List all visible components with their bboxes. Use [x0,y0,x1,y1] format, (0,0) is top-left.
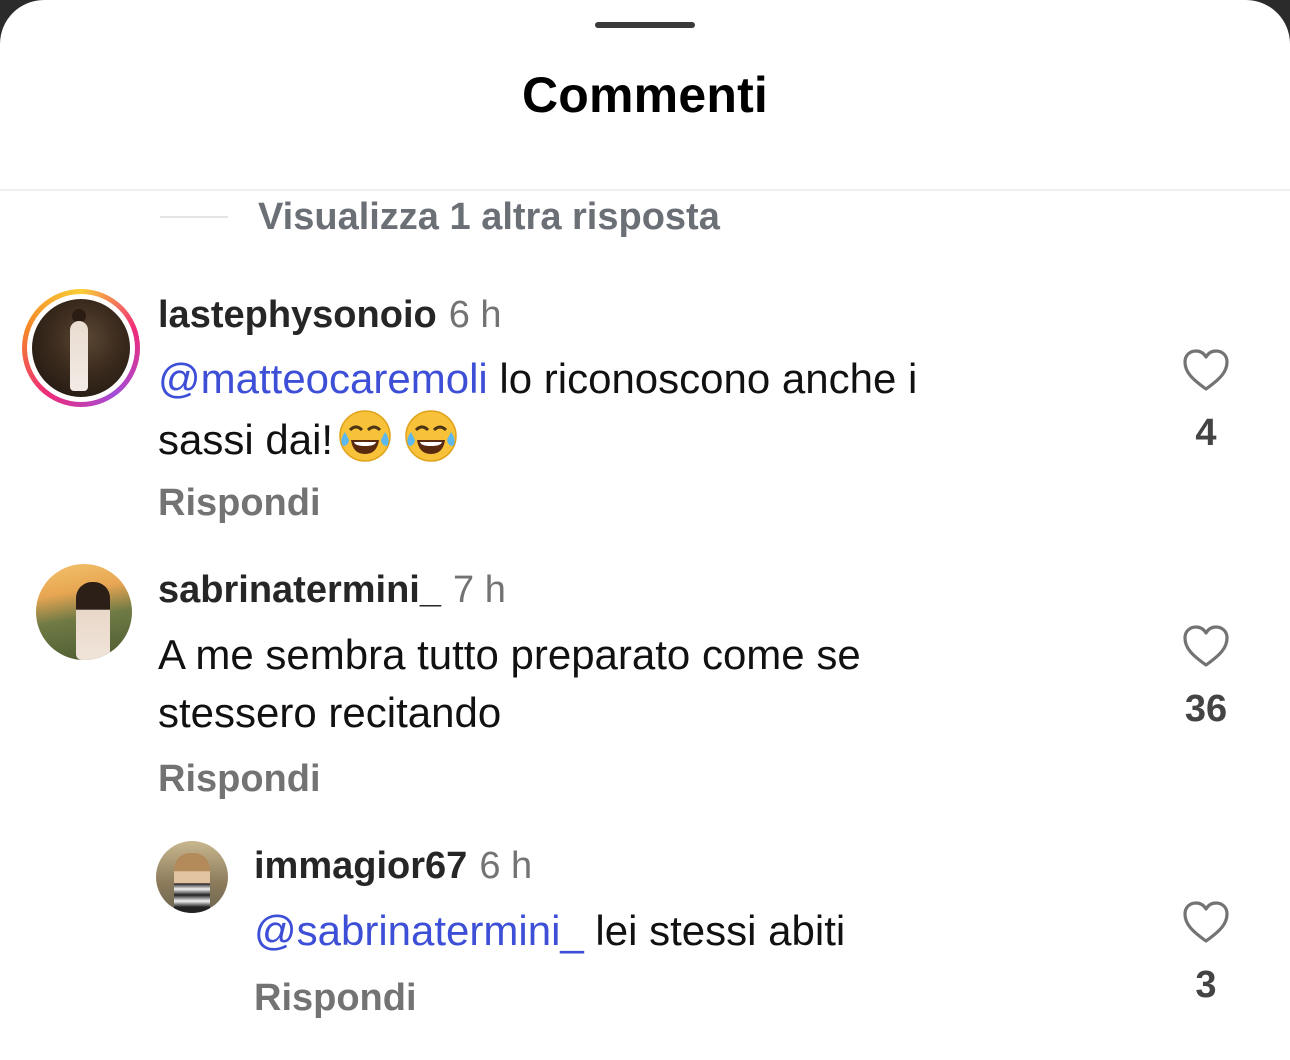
comment-body: @matteocaremoli lo riconoscono anche i s… [158,350,917,469]
face-with-tears-of-joy-icon [339,410,391,462]
like-count: 3 [1195,964,1217,1006]
comment-timestamp: 6 h [448,294,502,336]
username-label[interactable]: sabrinatermini_ [158,569,441,611]
reply-button[interactable]: Rispondi [158,482,321,525]
comment-timestamp: 6 h [479,845,533,887]
view-more-replies-button[interactable]: Visualizza 1 altra risposta [160,192,720,242]
heart-outline-icon[interactable] [1182,348,1230,392]
comment-timestamp: 7 h [453,569,506,611]
comment-text-line: A me sembra tutto preparato come se [158,631,861,678]
reply-button[interactable]: Rispondi [158,758,321,801]
avatar[interactable] [156,841,228,913]
comment-username[interactable]: lastephysonoio 6 h [158,294,502,337]
comment-text-line: stessero recitando [158,689,502,736]
header-divider [0,189,1290,191]
sheet-grabber[interactable] [595,22,695,28]
reply-button[interactable]: Rispondi [254,977,417,1020]
like-control[interactable]: 3 [1166,900,1246,1007]
like-count: 36 [1184,688,1228,730]
comment-text-line: lei stessi abiti [583,907,846,954]
mention-link[interactable]: @matteocaremoli [158,355,488,402]
avatar [32,299,130,397]
mention-link[interactable]: @sabrinatermini_ [254,907,584,954]
comment-body: @sabrinatermini_ lei stessi abiti [254,902,845,960]
comment-text-line: lo riconoscono anche i [487,355,918,402]
avatar-with-story-ring[interactable] [22,289,140,407]
comment-username[interactable]: sabrinatermini_ 7 h [158,569,506,612]
replies-indent-line [160,216,228,218]
sheet-title: Commenti [521,67,769,123]
comment-text-line: sassi dai! [158,416,334,463]
like-count: 4 [1195,412,1217,454]
view-more-replies-label: Visualizza 1 altra risposta [258,195,720,238]
heart-outline-icon[interactable] [1182,900,1230,944]
comment-username[interactable]: immagior67 6 h [254,845,532,888]
like-control[interactable]: 36 [1166,624,1246,731]
comment-body: A me sembra tutto preparato come se stes… [158,626,861,742]
username-label[interactable]: immagior67 [254,845,467,887]
avatar[interactable] [36,564,132,660]
like-control[interactable]: 4 [1166,348,1246,455]
heart-outline-icon[interactable] [1182,624,1230,668]
comments-sheet: Commenti Visualizza 1 altra risposta las… [0,0,1290,1060]
username-label[interactable]: lastephysonoio [158,294,437,336]
face-with-tears-of-joy-icon [405,410,457,462]
